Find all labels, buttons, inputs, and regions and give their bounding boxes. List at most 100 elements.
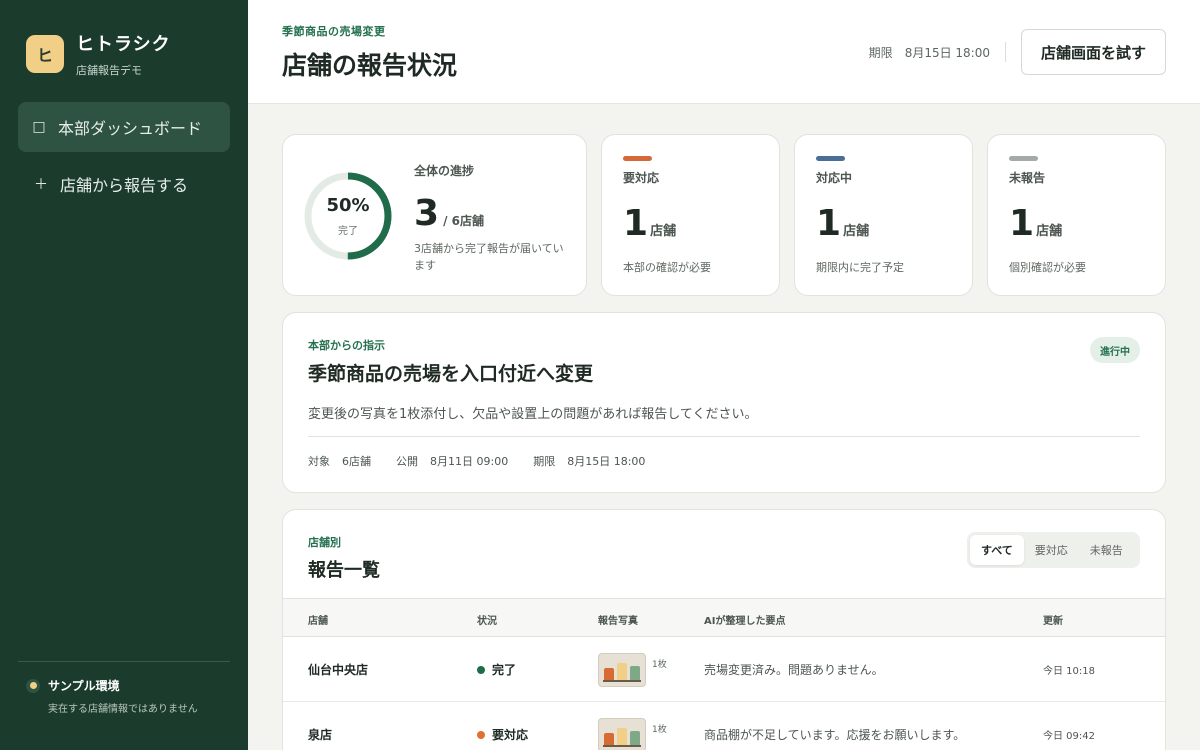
target-label: 対象 — [308, 455, 330, 468]
header-deadline: 期限 8月15日 18:00 — [869, 44, 990, 61]
instruction-card: 本部からの指示 季節商品の売場を入口付近へ変更 進行中 変更後の写真を1枚添付し… — [282, 312, 1166, 493]
brand-name: ヒトラシク — [76, 34, 171, 55]
stat-card-in-progress[interactable]: 対応中 1 店舗 期限内に完了予定 — [794, 134, 973, 296]
instruction-eyebrow: 本部からの指示 — [308, 339, 385, 352]
ring-text: 50% 完了 — [303, 171, 393, 261]
filter-all[interactable]: すべて — [970, 535, 1024, 565]
table-row[interactable]: 泉店 要対応 1枚 商品棚が不足しています。応援をお願いします。 今日 09:4… — [283, 702, 1165, 750]
column-ai-summary[interactable]: AIが整理した要点 — [704, 612, 785, 627]
photo-cell: 1枚 — [598, 702, 667, 750]
store-name[interactable]: 仙台中央店 — [308, 637, 368, 702]
progress-total: / 6店舗 — [443, 214, 484, 228]
status-badge: 進行中 — [1090, 337, 1140, 363]
sample-subtitle: 実在する店舗情報ではありません — [48, 704, 198, 715]
list-eyebrow: 店舗別 — [308, 536, 341, 549]
stat-value: 1 — [623, 203, 649, 244]
table-header: 店舗 状況 報告写真 AIが整理した要点 更新 — [283, 598, 1165, 637]
instruction-text: 変更後の写真を1枚添付し、欠品や設置上の問題があれば報告してください。 — [308, 407, 758, 422]
status-cell: 完了 — [477, 637, 516, 702]
try-store-screen-button[interactable]: 店舗画面を試す — [1021, 29, 1166, 75]
brand-text: ヒトラシク 店舗報告デモ — [76, 30, 171, 78]
photo-count: 1枚 — [652, 660, 667, 670]
status-label: 完了 — [492, 663, 517, 677]
target-value: 6店舗 — [342, 455, 371, 468]
sidebar: ヒ ヒトラシク 店舗報告デモ □ 本部ダッシュボード ＋ 店舗から報告する サン… — [0, 0, 248, 750]
filter-action-needed[interactable]: 要対応 — [1024, 535, 1079, 565]
stat-number: 1 店舗 — [1009, 203, 1062, 244]
deadline-value: 8月15日 18:00 — [904, 46, 990, 60]
status-dot-icon — [477, 730, 485, 739]
deadline-label: 期限 — [868, 46, 893, 60]
stat-unit: 店舗 — [1036, 224, 1063, 239]
brand-subtitle: 店舗報告デモ — [76, 64, 142, 77]
published-value: 8月11日 09:00 — [430, 455, 509, 468]
report-photo-thumbnail[interactable] — [598, 652, 646, 687]
sidebar-divider — [18, 661, 230, 662]
report-list-card: 店舗別 報告一覧 すべて 要対応 未報告 店舗 状況 報告写真 AIが整理した要… — [282, 509, 1166, 750]
progress-description: 3店舗から完了報告が届いています — [414, 242, 564, 272]
nav-item-label: 本部ダッシュボード — [58, 119, 203, 138]
updated-time: 今日 09:42 — [1043, 731, 1095, 742]
column-updated[interactable]: 更新 — [1043, 612, 1063, 627]
stat-description: 個別確認が必要 — [1009, 261, 1086, 274]
status-filter: すべて 要対応 未報告 — [967, 532, 1140, 568]
ai-summary: 売場変更済み。問題ありません。 — [704, 663, 884, 677]
stat-value: 1 — [816, 203, 842, 244]
progress-count: 3 / 6店舗 — [414, 193, 484, 234]
stat-description: 期限内に完了予定 — [816, 261, 904, 274]
nav-item-label: 店舗から報告する — [60, 176, 189, 195]
updated-time: 今日 10:18 — [1043, 666, 1095, 677]
list-title: 報告一覧 — [308, 560, 380, 581]
stat-title: 対応中 — [816, 171, 853, 185]
instruction-meta: 対象 6店舗 公開 8月11日 09:00 期限 8月15日 18:00 — [308, 453, 645, 469]
stat-title: 要対応 — [623, 171, 660, 185]
table-row[interactable]: 仙台中央店 完了 1枚 売場変更済み。問題ありません。 今日 10:18 — [283, 637, 1165, 702]
deadline-value: 8月15日 18:00 — [567, 455, 646, 468]
page-header: 季節商品の売場変更 店舗の報告状況 期限 8月15日 18:00 店舗画面を試す — [248, 0, 1200, 104]
column-photo[interactable]: 報告写真 — [598, 612, 638, 627]
status-cell: 要対応 — [477, 702, 528, 750]
stat-title: 未報告 — [1009, 171, 1046, 185]
photo-cell: 1枚 — [598, 637, 667, 702]
progress-done: 3 — [414, 193, 440, 234]
column-store[interactable]: 店舗 — [308, 612, 328, 627]
progress-card: 50% 完了 全体の進捗 3 / 6店舗 3店舗から完了報告が届いています — [282, 134, 587, 296]
nav-item-dashboard[interactable]: □ 本部ダッシュボード — [18, 102, 230, 152]
store-name[interactable]: 泉店 — [308, 702, 332, 750]
progress-ring-label: 完了 — [338, 226, 358, 237]
progress-title: 全体の進捗 — [414, 164, 475, 178]
ai-summary: 商品棚が不足しています。応援をお願いします。 — [704, 728, 966, 742]
sample-dot-icon — [26, 678, 40, 693]
stat-color-bar — [1009, 156, 1038, 161]
brand: ヒ ヒトラシク 店舗報告デモ — [26, 30, 171, 78]
stat-value: 1 — [1009, 203, 1035, 244]
status-dot-icon — [477, 665, 485, 674]
nav-item-report[interactable]: ＋ 店舗から報告する — [18, 159, 230, 209]
square-icon: □ — [32, 119, 46, 135]
filter-not-reported[interactable]: 未報告 — [1079, 535, 1134, 565]
stat-color-bar — [816, 156, 845, 161]
column-status[interactable]: 状況 — [477, 612, 497, 627]
header-eyebrow: 季節商品の売場変更 — [282, 25, 386, 38]
stat-color-bar — [623, 156, 652, 161]
header-divider — [1005, 42, 1006, 62]
stat-description: 本部の確認が必要 — [623, 261, 711, 274]
instruction-divider — [308, 436, 1140, 437]
stat-card-not-reported[interactable]: 未報告 1 店舗 個別確認が必要 — [987, 134, 1166, 296]
status-label: 要対応 — [492, 728, 529, 742]
deadline-label: 期限 — [533, 455, 556, 468]
progress-percent: 50% — [326, 195, 370, 216]
sample-title: サンプル環境 — [48, 679, 120, 693]
stat-number: 1 店舗 — [816, 203, 869, 244]
stat-unit: 店舗 — [650, 224, 677, 239]
stat-unit: 店舗 — [843, 224, 870, 239]
stat-card-action-needed[interactable]: 要対応 1 店舗 本部の確認が必要 — [601, 134, 780, 296]
photo-count: 1枚 — [652, 725, 667, 735]
plus-icon: ＋ — [34, 177, 48, 193]
published-label: 公開 — [396, 455, 418, 468]
report-photo-thumbnail[interactable] — [598, 717, 646, 750]
stat-number: 1 店舗 — [623, 203, 676, 244]
page-title: 店舗の報告状況 — [282, 51, 458, 80]
sample-notice: サンプル環境 実在する店舗情報ではありません — [26, 677, 198, 715]
instruction-title: 季節商品の売場を入口付近へ変更 — [308, 363, 594, 385]
